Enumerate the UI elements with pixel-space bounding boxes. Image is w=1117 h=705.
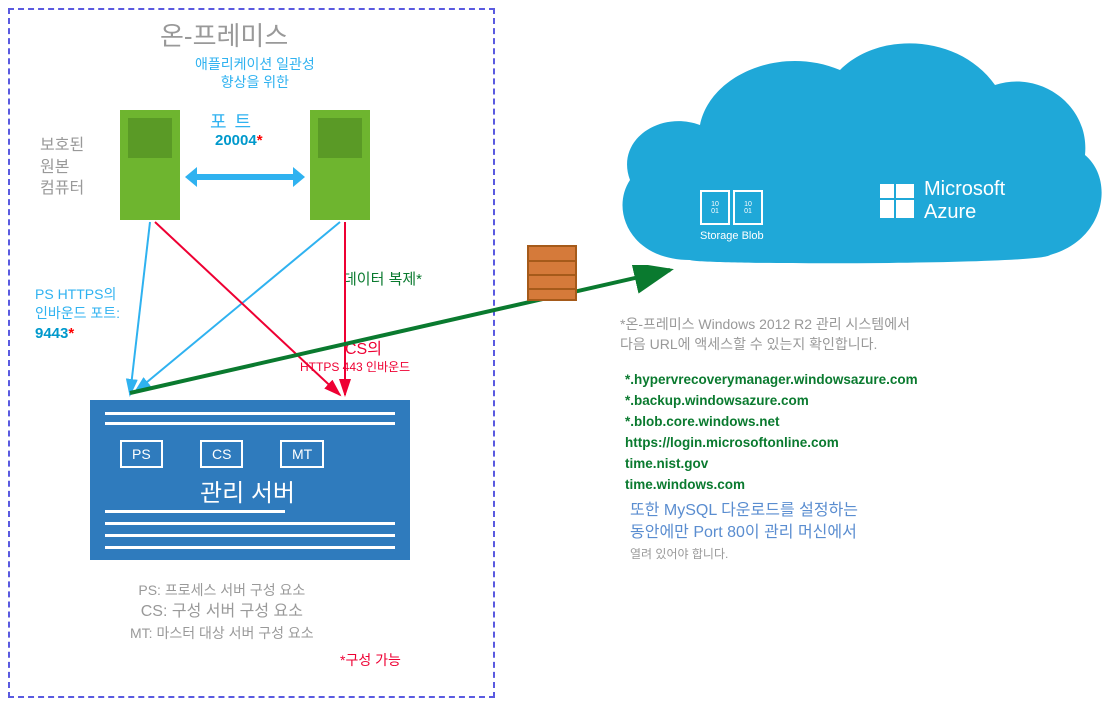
text: 향상을 위한 <box>221 74 289 90</box>
url-item: time.windows.com <box>625 475 918 496</box>
cs-https-443-label: HTTPS 443 인바운드 <box>300 358 410 375</box>
mysql-port-note-sub: 열려 있어야 합니다. <box>630 545 728 562</box>
url-item: *.blob.core.windows.net <box>625 412 918 433</box>
legend-cs: CS: 구성 서버 구성 요소 <box>130 600 314 623</box>
firewall-icon <box>527 245 577 305</box>
storage-blob-label: Storage Blob <box>700 230 764 242</box>
text: 보호된 <box>40 137 84 154</box>
protected-computers-label: 보호된 원본 컴퓨터 <box>40 135 84 200</box>
azure-cloud <box>600 30 1110 310</box>
ps-tag: PS <box>120 440 163 468</box>
text: 동안에만 Port 80이 관리 머신에서 <box>630 524 857 541</box>
ps-port-9443: 9443* <box>35 325 74 342</box>
mt-tag: MT <box>280 440 324 468</box>
on-premises-title: 온-프레미스 <box>160 16 288 53</box>
ps-https-label: PS HTTPS의 인바운드 포트: <box>35 285 120 323</box>
url-item: *.backup.windowsazure.com <box>625 391 918 412</box>
text: 다음 URL에 액세스할 수 있는지 확인합니다. <box>620 336 877 352</box>
storage-blob-icon: 10011001 <box>700 190 763 225</box>
cloud-icon <box>600 30 1110 290</box>
text: 애플리케이션 일관성 <box>195 56 315 72</box>
text: Microsoft <box>924 178 1005 200</box>
asterisk: * <box>68 325 74 342</box>
management-server-label: 관리 서버 <box>200 473 295 508</box>
source-server-icon <box>120 110 180 220</box>
data-replication-label: 데이터 복제* <box>343 268 422 289</box>
legend-ps: PS: 프로세스 서버 구성 요소 <box>130 580 314 600</box>
text: 또한 MySQL 다운로드를 설정하는 <box>630 502 858 519</box>
requirement-text: *온-프레미스 Windows 2012 R2 관리 시스템에서 다음 URL에… <box>620 315 910 354</box>
configurable-note: *구성 가능 <box>340 650 401 670</box>
text: 컴퓨터 <box>40 180 84 197</box>
text: 인바운드 포트: <box>35 305 120 321</box>
required-urls-list: *.hypervrecoverymanager.windowsazure.com… <box>625 370 918 496</box>
text: Azure <box>924 201 976 223</box>
app-consistency-label: 애플리케이션 일관성 향상을 위한 <box>195 55 315 91</box>
management-server-icon: PS CS MT 관리 서버 <box>90 400 410 560</box>
port-number: 20004 <box>215 132 257 149</box>
text: PS HTTPS의 <box>35 286 116 302</box>
port-number: 9443 <box>35 325 68 342</box>
windows-icon <box>880 184 914 218</box>
text: *온-프레미스 Windows 2012 R2 관리 시스템에서 <box>620 316 910 332</box>
port-20004: 20004* <box>215 132 263 149</box>
microsoft-azure-logo: MicrosoftAzure <box>880 178 1005 224</box>
bidirectional-arrow-icon <box>185 165 305 189</box>
mysql-port-note: 또한 MySQL 다운로드를 설정하는 동안에만 Port 80이 관리 머신에… <box>630 500 858 543</box>
port-label: 포트 <box>210 108 259 134</box>
url-item: https://login.microsoftonline.com <box>625 433 918 454</box>
asterisk: * <box>257 132 263 149</box>
cs-label: CS의 <box>345 335 382 359</box>
url-item: time.nist.gov <box>625 454 918 475</box>
url-item: *.hypervrecoverymanager.windowsazure.com <box>625 370 918 391</box>
source-server-icon <box>310 110 370 220</box>
legend: PS: 프로세스 서버 구성 요소 CS: 구성 서버 구성 요소 MT: 마스… <box>130 580 314 644</box>
text: 원본 <box>40 159 69 176</box>
cs-tag: CS <box>200 440 243 468</box>
legend-mt: MT: 마스터 대상 서버 구성 요소 <box>130 623 314 643</box>
